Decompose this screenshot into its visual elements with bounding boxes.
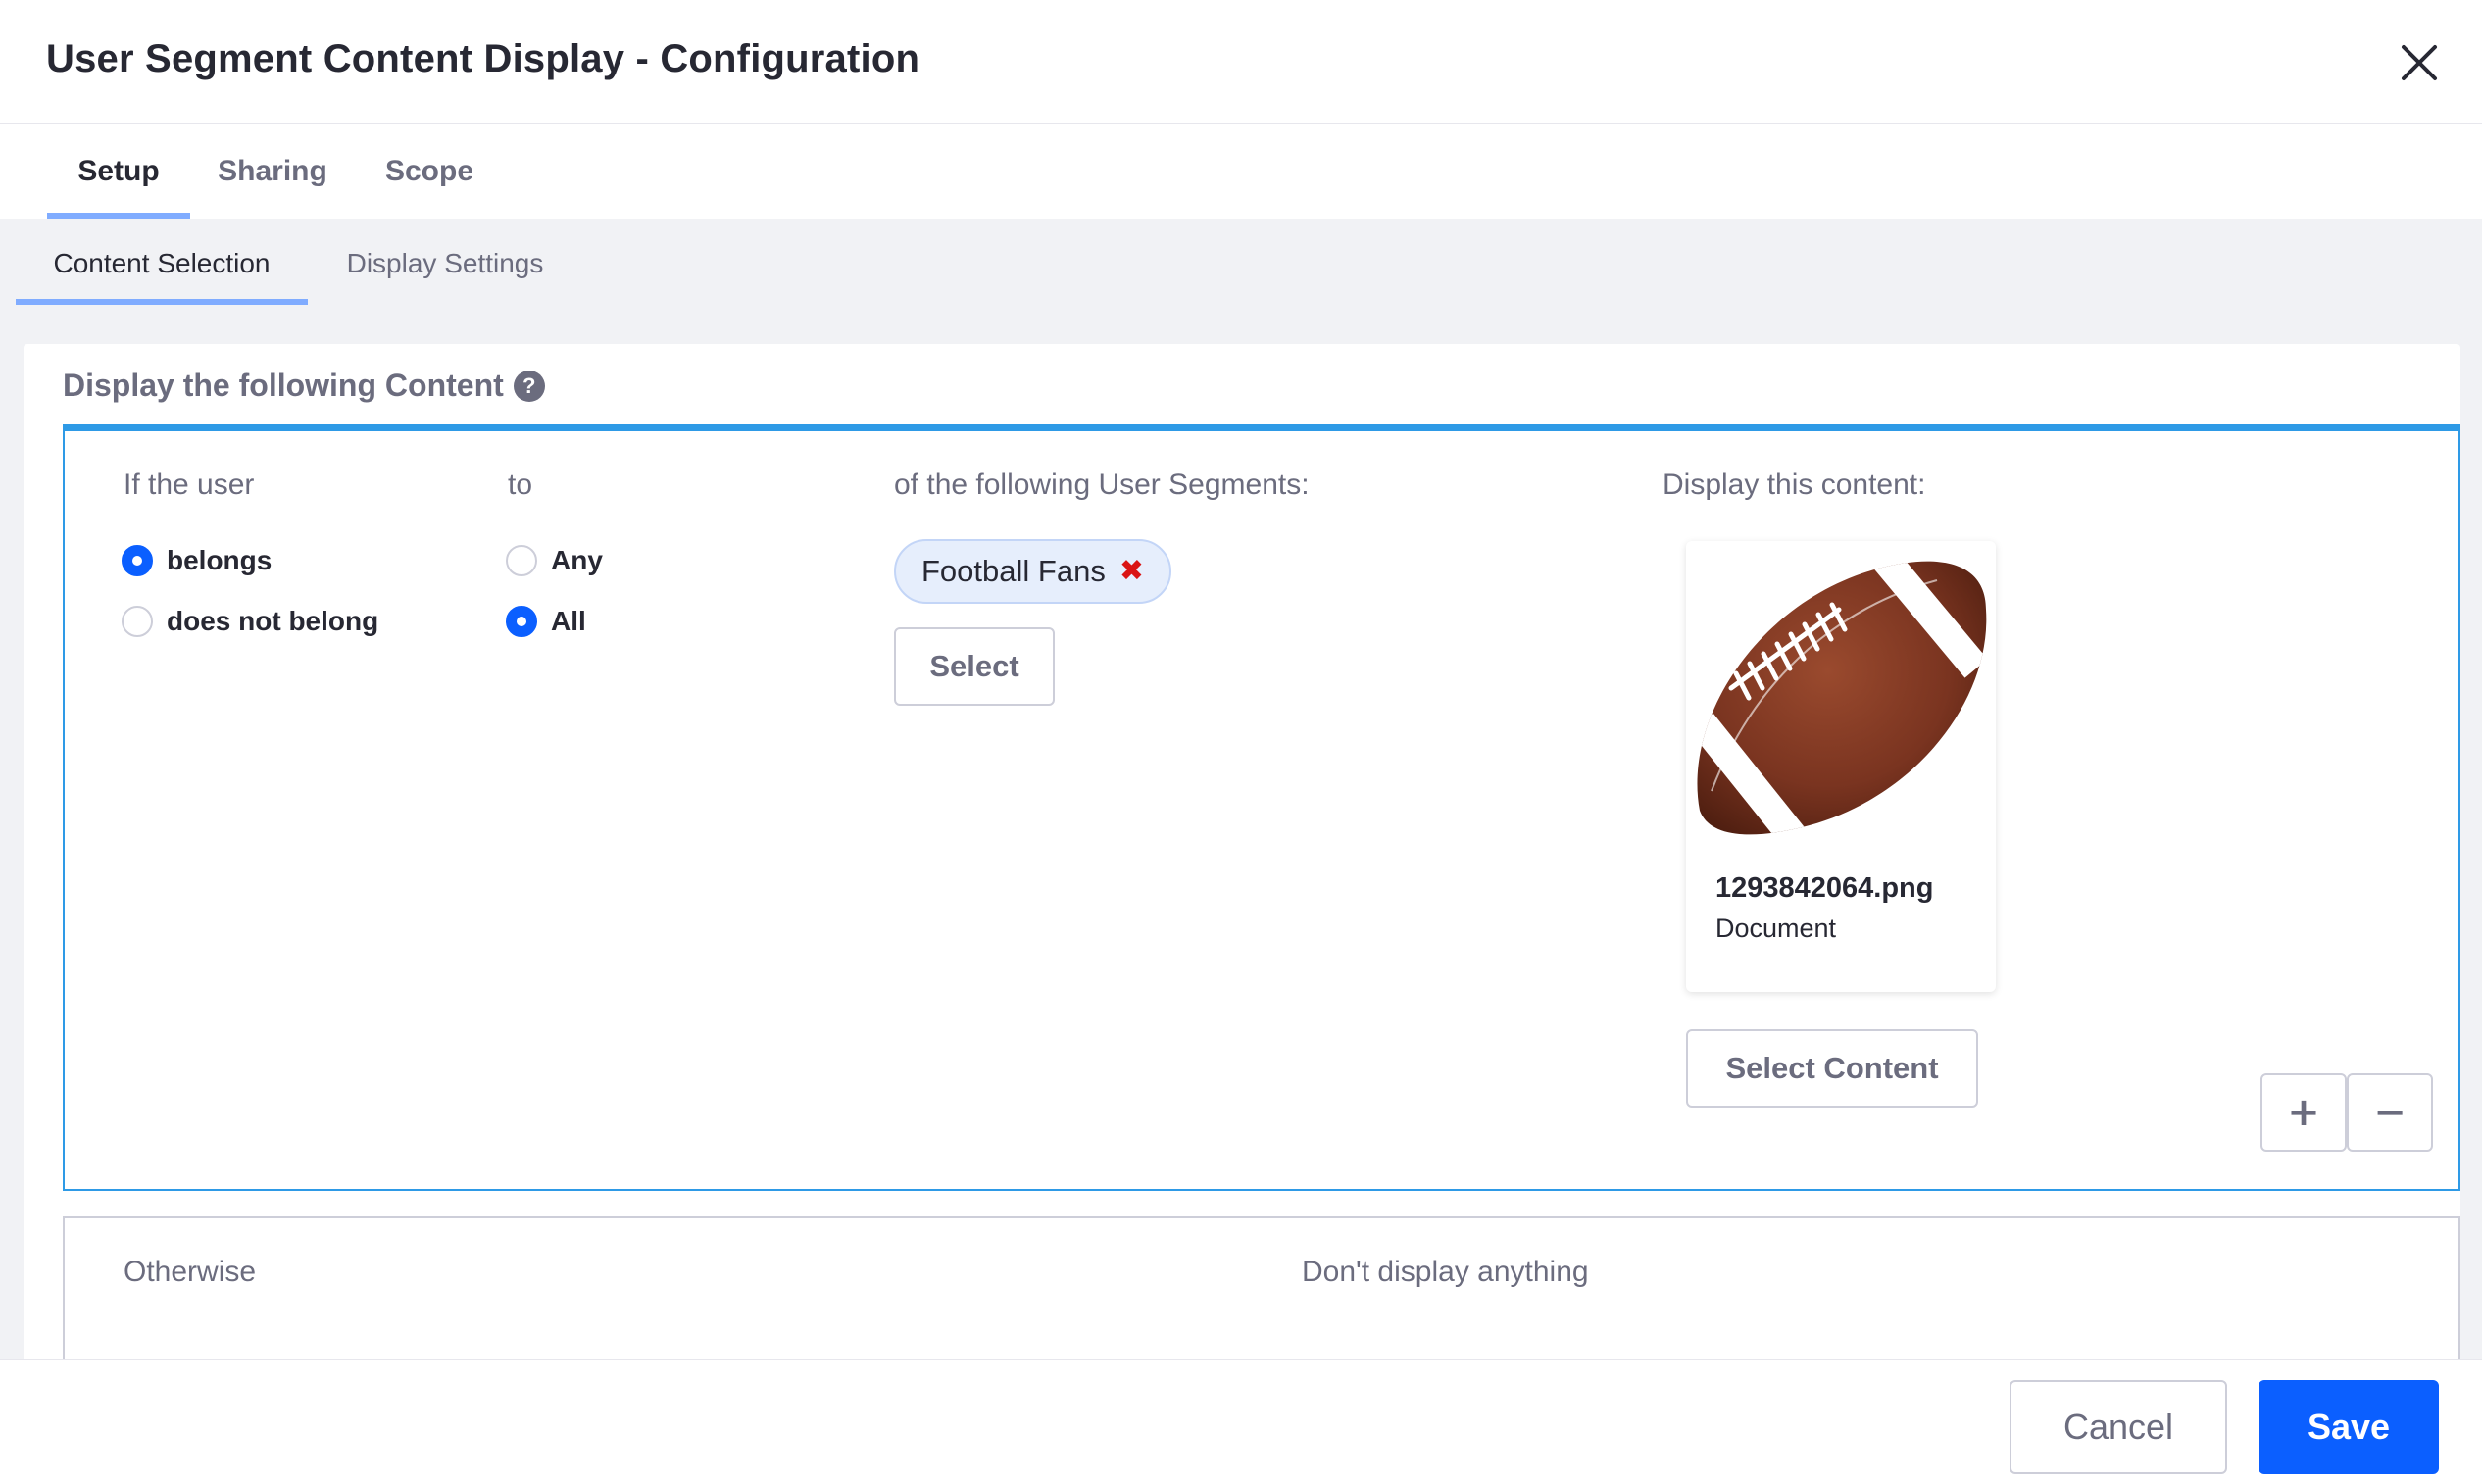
modal-header: User Segment Content Display - Configura… xyxy=(0,0,2482,124)
radio-belongs[interactable]: belongs xyxy=(122,545,272,576)
tab-sharing[interactable]: Sharing xyxy=(206,124,339,219)
segment-chip-label: Football Fans xyxy=(921,554,1106,588)
radio-all[interactable]: All xyxy=(506,606,586,637)
subtab-content-selection[interactable]: Content Selection xyxy=(16,219,308,305)
otherwise-value: Don't display anything xyxy=(1302,1256,1589,1288)
subtab-display-settings[interactable]: Display Settings xyxy=(327,219,563,305)
tab-scope[interactable]: Scope xyxy=(367,124,492,219)
save-button[interactable]: Save xyxy=(2259,1380,2439,1474)
radio-belongs-input[interactable] xyxy=(122,545,153,576)
remove-rule-button[interactable]: − xyxy=(2347,1073,2433,1152)
section-heading: Display the following Content ? xyxy=(63,368,545,404)
primary-tabs: Setup Sharing Scope xyxy=(0,124,2482,219)
content-file-name: 1293842064.png xyxy=(1715,872,1934,904)
question-circle-icon[interactable]: ? xyxy=(513,370,545,402)
select-segment-button[interactable]: Select xyxy=(894,627,1055,706)
content-sheet: Display the following Content ? If the u… xyxy=(24,344,2460,1412)
select-content-button[interactable]: Select Content xyxy=(1686,1029,1978,1108)
to-label: to xyxy=(508,469,533,501)
radio-does-not-belong[interactable]: does not belong xyxy=(122,606,378,637)
modal-body: Content Selection Display Settings Displ… xyxy=(0,219,2482,1412)
segments-label: of the following User Segments: xyxy=(894,469,1310,501)
cancel-button[interactable]: Cancel xyxy=(2010,1380,2227,1474)
segment-chip: Football Fans ✖ xyxy=(894,539,1171,604)
radio-all-input[interactable] xyxy=(506,606,537,637)
radio-all-label: All xyxy=(551,606,586,636)
radio-does-not-belong-input[interactable] xyxy=(122,606,153,637)
times-icon[interactable]: ✖ xyxy=(1119,557,1144,586)
close-button[interactable] xyxy=(2392,35,2447,90)
add-rule-button[interactable]: + xyxy=(2260,1073,2347,1152)
user-label: If the user xyxy=(124,469,255,501)
close-icon xyxy=(2402,45,2437,80)
content-card[interactable]: 1293842064.png Document xyxy=(1686,541,1996,992)
radio-any[interactable]: Any xyxy=(506,545,603,576)
content-label: Display this content: xyxy=(1663,469,1926,501)
section-heading-text: Display the following Content xyxy=(63,368,504,403)
radio-any-input[interactable] xyxy=(506,545,537,576)
otherwise-label: Otherwise xyxy=(124,1256,257,1288)
modal-footer: Cancel Save xyxy=(0,1359,2482,1484)
content-type: Document xyxy=(1715,914,1837,943)
rule-box: If the user belongs does not belong to A… xyxy=(63,424,2460,1191)
modal-title: User Segment Content Display - Configura… xyxy=(46,37,920,80)
plus-icon: + xyxy=(2287,1090,2320,1135)
radio-any-label: Any xyxy=(551,545,603,575)
minus-icon: − xyxy=(2373,1090,2407,1135)
radio-does-not-belong-label: does not belong xyxy=(167,606,379,636)
radio-belongs-label: belongs xyxy=(167,545,273,575)
tab-setup[interactable]: Setup xyxy=(47,124,190,219)
football-icon xyxy=(1697,561,1987,835)
